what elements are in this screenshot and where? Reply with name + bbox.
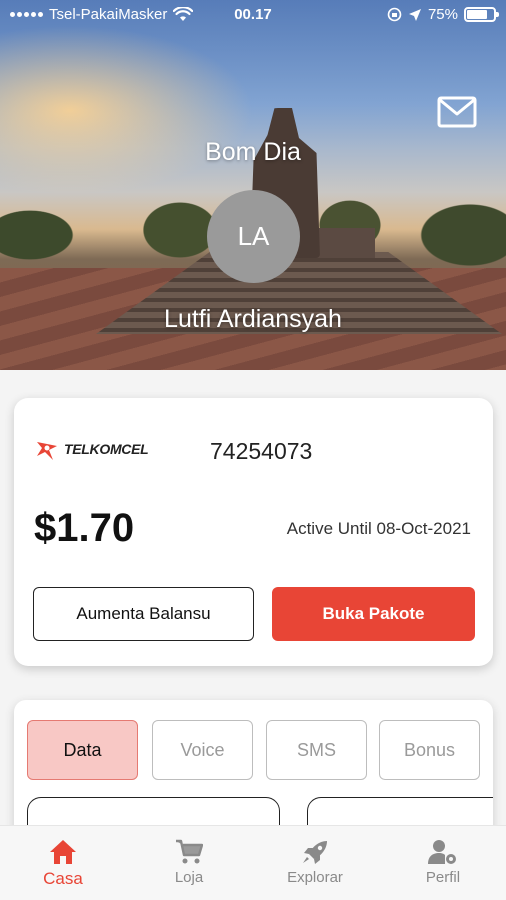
- rocket-icon: [303, 841, 327, 864]
- nav-label: Explorar: [287, 869, 343, 886]
- nav-label: Loja: [174, 869, 204, 886]
- nav-item-casa[interactable]: Casa: [0, 826, 126, 900]
- buy-package-button[interactable]: Buka Pakote: [272, 587, 475, 641]
- nav-item-loja[interactable]: Loja: [126, 826, 252, 900]
- bottom-nav: Casa Loja Explorar Perfil: [0, 825, 506, 900]
- nav-item-explorar[interactable]: Explorar: [252, 826, 378, 900]
- battery-icon: [464, 7, 499, 22]
- tab-sms[interactable]: SMS: [266, 720, 367, 780]
- active-until: Active Until 08-Oct-2021: [286, 519, 471, 538]
- cart-icon: [176, 839, 203, 864]
- mail-icon: [437, 96, 477, 128]
- account-card: TELKOMCEL 74254073 $1.70 Active Until 08…: [14, 398, 493, 666]
- tab-voice[interactable]: Voice: [152, 720, 253, 780]
- tab-bonus[interactable]: Bonus: [379, 720, 480, 780]
- provider-name: TELKOMCEL: [64, 441, 149, 457]
- location-icon: [408, 8, 421, 21]
- user-settings-icon: [428, 840, 456, 864]
- nav-label: Perfil: [425, 869, 461, 886]
- telkomcel-logo-icon: [37, 442, 57, 460]
- user-name: Lutfi Ardiansyah: [164, 305, 342, 333]
- provider-logo: TELKOMCEL: [34, 436, 149, 462]
- mail-button[interactable]: [437, 96, 477, 132]
- orientation-lock-icon: [387, 7, 402, 22]
- tab-data[interactable]: Data: [27, 720, 138, 780]
- nav-label: Casa: [43, 869, 83, 888]
- balance-amount: $1.70: [34, 506, 135, 550]
- greeting-text: Bom Dia: [205, 138, 301, 166]
- battery-percent: 75%: [427, 6, 458, 23]
- avatar[interactable]: LA: [207, 190, 300, 283]
- phone-number: 74254073: [210, 438, 313, 464]
- nav-item-perfil[interactable]: Perfil: [380, 826, 506, 900]
- status-bar: Tsel-PakaiMasker 00.17 75%: [0, 0, 506, 30]
- home-icon: [50, 840, 76, 864]
- topup-button[interactable]: Aumenta Balansu: [33, 587, 254, 641]
